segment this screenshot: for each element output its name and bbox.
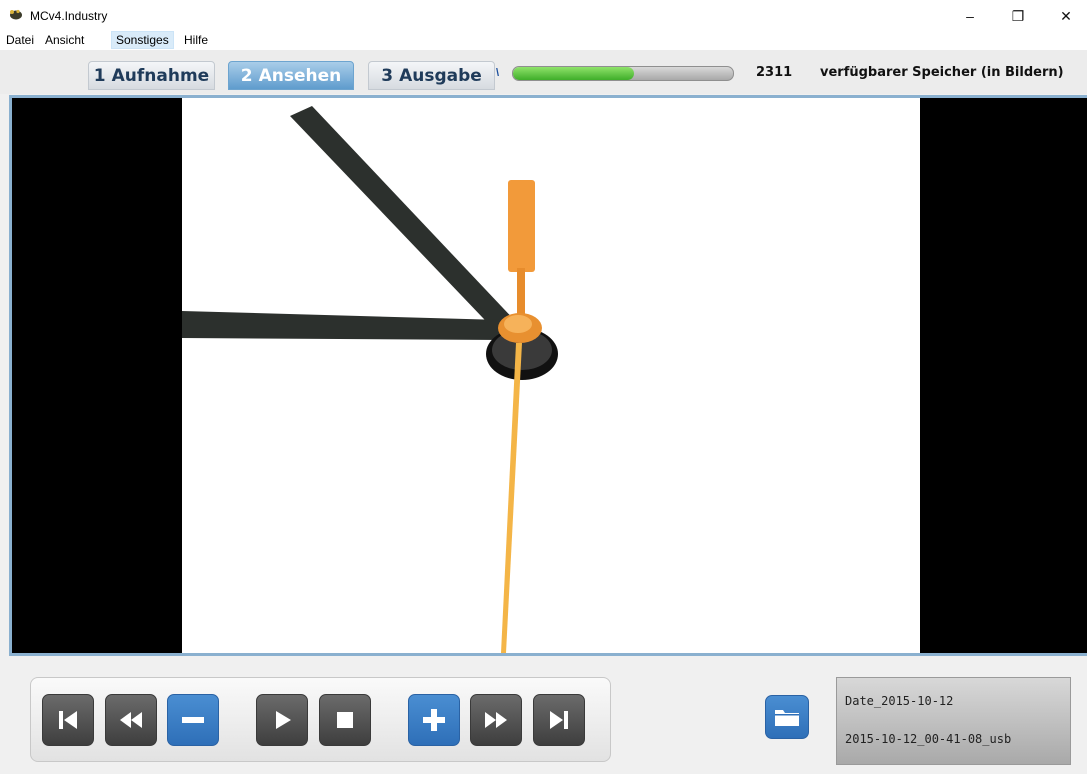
memory-progress-bar: [512, 66, 734, 81]
fast-forward-button[interactable]: [470, 694, 522, 746]
tab-ausgabe[interactable]: 3 Ausgabe: [368, 61, 495, 90]
tab-overflow-marker: \: [496, 67, 500, 79]
title-bar: MCv4.Industry – ❐ ✕: [0, 0, 1087, 30]
menu-sonstiges[interactable]: Sonstiges: [111, 31, 174, 49]
first-frame-button[interactable]: [42, 694, 94, 746]
tab-number: 1: [93, 65, 106, 86]
stop-button[interactable]: [319, 694, 371, 746]
folder-icon: [775, 710, 799, 726]
skip-to-end-icon: [550, 711, 568, 729]
session-info-box: Date_2015-10-12 2015-10-12_00-41-08_usb: [836, 677, 1071, 765]
tab-label: Ansehen: [258, 65, 342, 86]
open-folder-button[interactable]: [765, 695, 809, 739]
minus-icon: [182, 717, 204, 723]
app-title: MCv4.Industry: [30, 9, 108, 23]
restore-button[interactable]: ❐: [998, 4, 1038, 28]
menu-datei[interactable]: Datei: [2, 32, 38, 48]
rewind-button[interactable]: [105, 694, 157, 746]
tab-number: 3: [381, 65, 394, 86]
memory-label: verfügbarer Speicher (in Bildern): [820, 65, 1064, 80]
menu-bar: Datei Ansicht Sonstiges Hilfe: [0, 30, 1087, 50]
step-forward-button[interactable]: [408, 694, 460, 746]
rewind-icon: [120, 712, 142, 728]
stop-icon: [337, 712, 353, 728]
clock-hands-image: [182, 106, 558, 653]
play-button[interactable]: [256, 694, 308, 746]
tab-aufnahme[interactable]: 1 Aufnahme: [88, 61, 215, 90]
menu-ansicht[interactable]: Ansicht: [41, 32, 88, 48]
close-button[interactable]: ✕: [1046, 4, 1086, 28]
app-logo-icon: [10, 9, 22, 20]
tab-ansehen[interactable]: 2 Ansehen: [228, 61, 354, 90]
plus-icon: [423, 709, 445, 731]
fast-forward-icon: [485, 712, 507, 728]
skip-to-start-icon: [59, 711, 77, 729]
minimize-button[interactable]: –: [950, 4, 990, 28]
image-viewer[interactable]: [9, 95, 1087, 656]
play-icon: [276, 711, 291, 729]
memory-count: 2311: [756, 65, 793, 80]
date-folder-label: Date_2015-10-12: [845, 694, 954, 708]
tab-label: Aufnahme: [111, 65, 210, 86]
session-name-label: 2015-10-12_00-41-08_usb: [845, 732, 1012, 746]
last-frame-button[interactable]: [533, 694, 585, 746]
tab-number: 2: [240, 65, 253, 86]
menu-hilfe[interactable]: Hilfe: [180, 32, 212, 48]
step-back-button[interactable]: [167, 694, 219, 746]
tab-label: Ausgabe: [399, 65, 482, 86]
frame-image: [182, 98, 920, 653]
memory-progress-fill: [513, 67, 634, 80]
